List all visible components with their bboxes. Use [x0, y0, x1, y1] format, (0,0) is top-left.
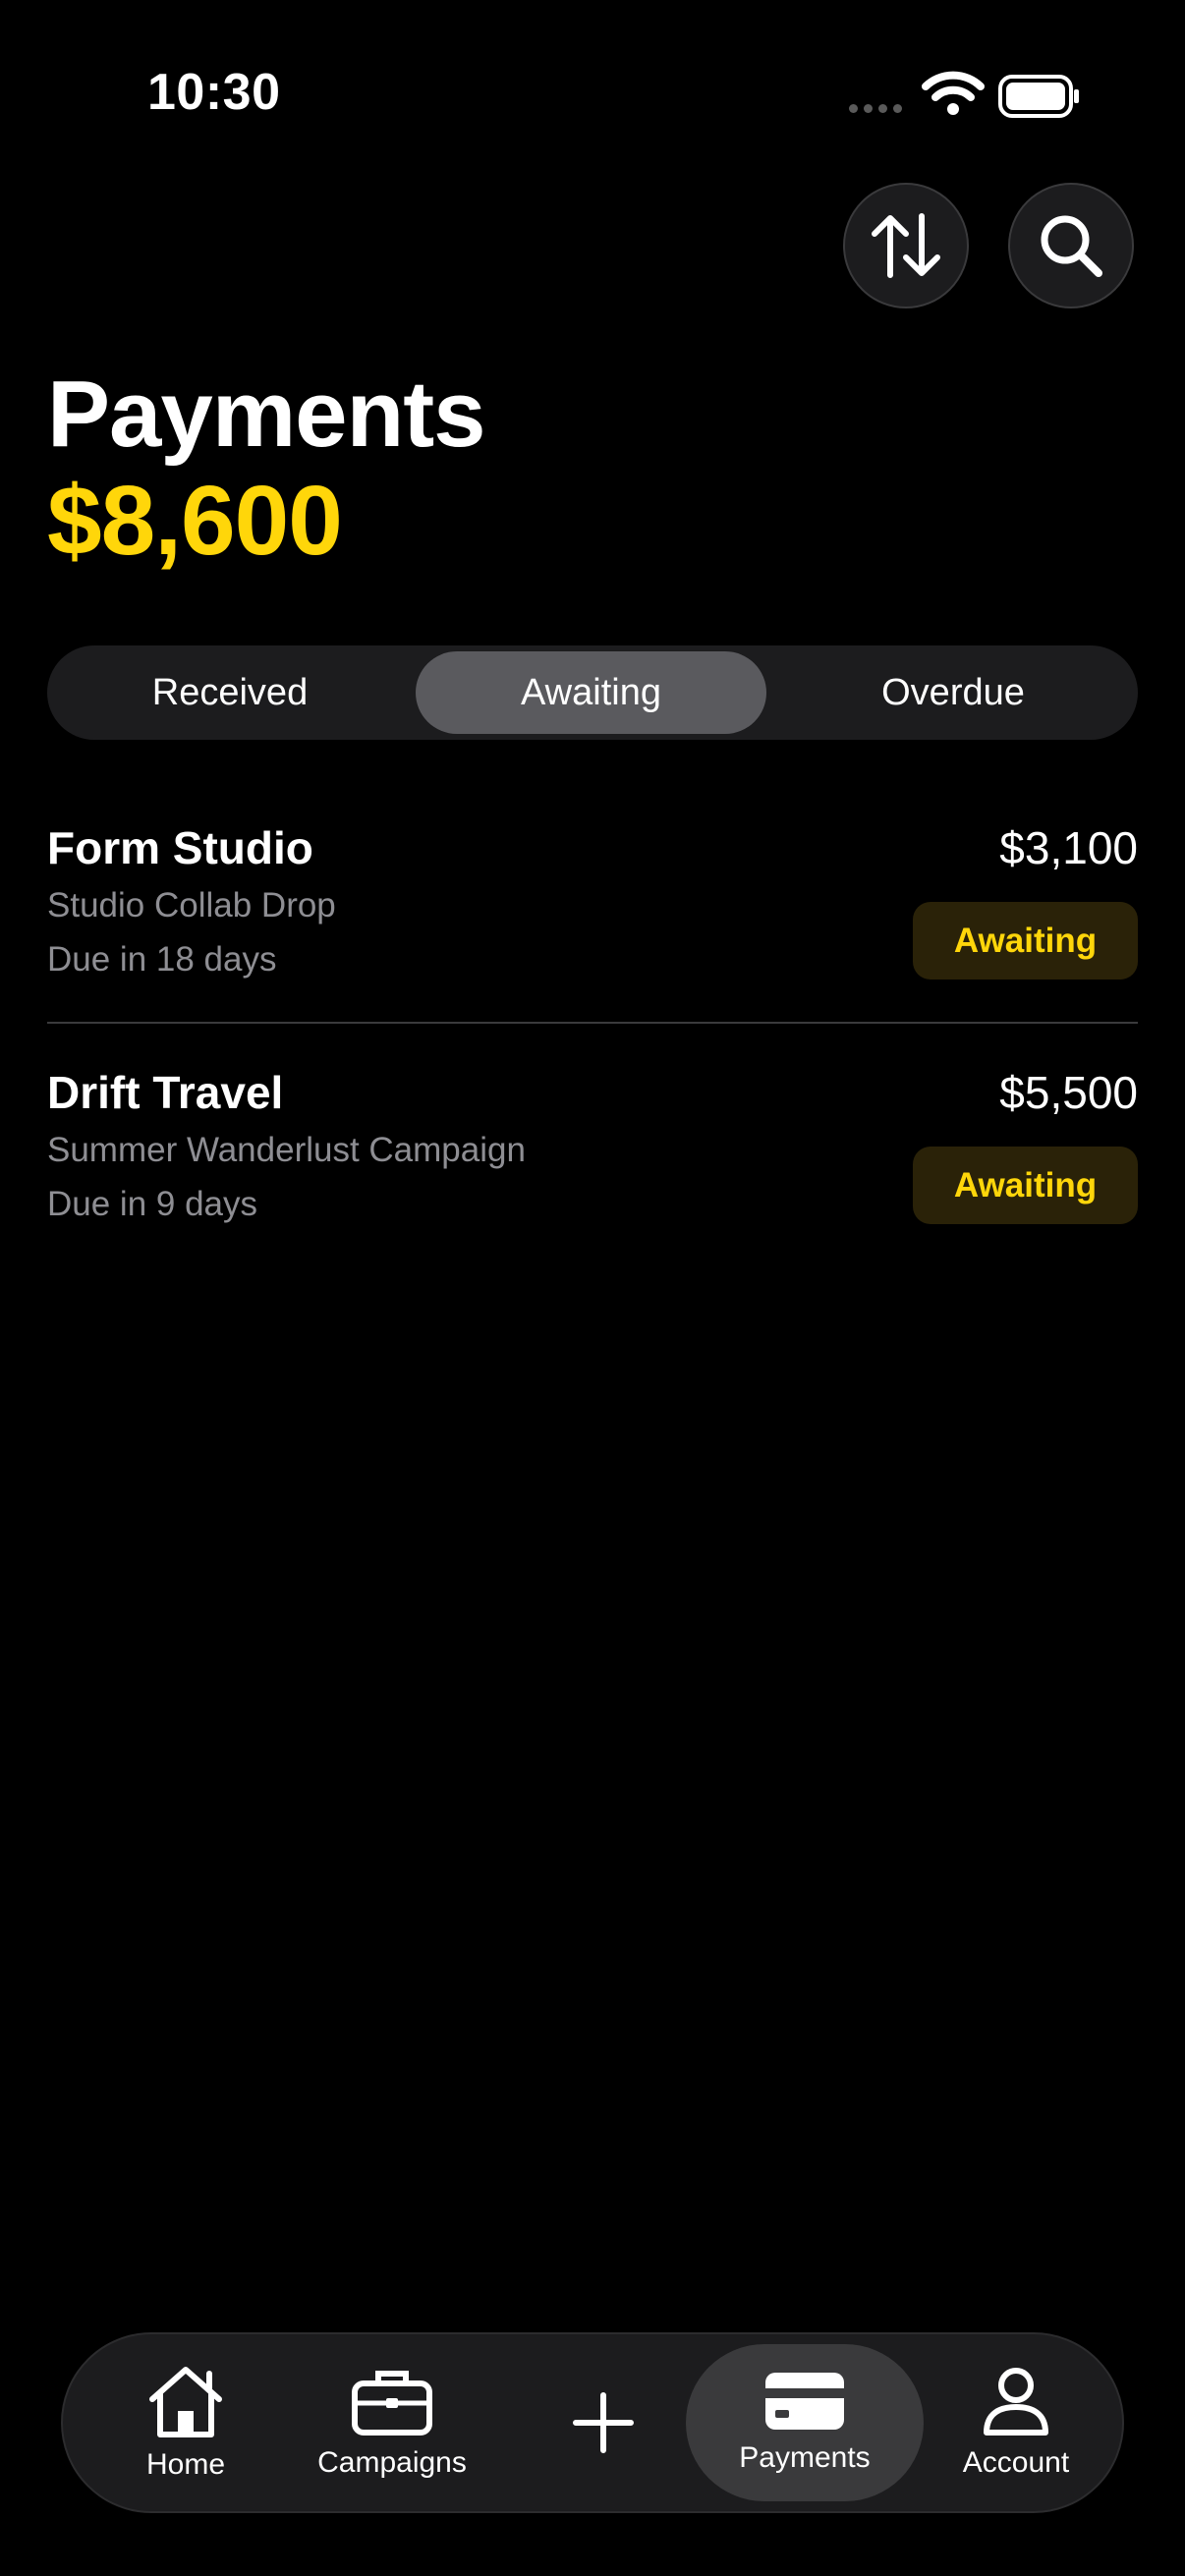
status-badge: Awaiting: [913, 902, 1138, 980]
cellular-signal-icon: [849, 104, 902, 113]
tab-campaigns[interactable]: Campaigns: [299, 2334, 485, 2511]
tab-account-label: Account: [962, 2446, 1070, 2479]
due-date: Due in 18 days: [47, 940, 277, 979]
briefcase-icon: [352, 2371, 432, 2436]
tab-campaigns-label: Campaigns: [317, 2446, 467, 2479]
payment-row[interactable]: Form Studio Studio Collab Drop Due in 18…: [47, 821, 1138, 988]
status-time: 10:30: [147, 64, 281, 121]
status-segmented-control: Received Awaiting Overdue: [47, 645, 1138, 740]
total-amount: $8,600: [47, 466, 343, 576]
tab-home-label: Home: [145, 2448, 226, 2481]
tab-account[interactable]: Account: [928, 2334, 1104, 2511]
sort-button[interactable]: [843, 183, 969, 308]
payment-amount: $3,100: [999, 822, 1138, 873]
row-divider: [47, 1022, 1138, 1024]
client-name: Drift Travel: [47, 1067, 284, 1118]
segment-overdue[interactable]: Overdue: [774, 651, 1132, 734]
wifi-icon: [922, 71, 985, 121]
tab-add[interactable]: [535, 2334, 672, 2511]
sort-arrows-icon: [872, 213, 940, 278]
battery-icon: [998, 75, 1081, 123]
tab-home[interactable]: Home: [122, 2334, 250, 2511]
segment-awaiting[interactable]: Awaiting: [416, 651, 766, 734]
house-icon: [149, 2367, 222, 2437]
due-date: Due in 9 days: [47, 1185, 258, 1223]
tab-payments-label: Payments: [739, 2441, 871, 2474]
plus-icon: [573, 2392, 634, 2453]
person-icon: [984, 2368, 1048, 2436]
page-title: Payments: [47, 362, 486, 467]
search-icon: [1041, 215, 1102, 277]
tab-bar: Home Campaigns Payments Account: [61, 2332, 1124, 2513]
credit-card-icon: [765, 2373, 844, 2430]
payment-row[interactable]: Drift Travel Summer Wanderlust Campaign …: [47, 1066, 1138, 1233]
search-button[interactable]: [1008, 183, 1134, 308]
status-badge: Awaiting: [913, 1147, 1138, 1224]
payment-amount: $5,500: [999, 1067, 1138, 1118]
tab-payments[interactable]: Payments: [686, 2344, 924, 2501]
client-name: Form Studio: [47, 822, 313, 873]
segment-received[interactable]: Received: [53, 651, 407, 734]
campaign-name: Summer Wanderlust Campaign: [47, 1131, 526, 1169]
campaign-name: Studio Collab Drop: [47, 886, 336, 924]
